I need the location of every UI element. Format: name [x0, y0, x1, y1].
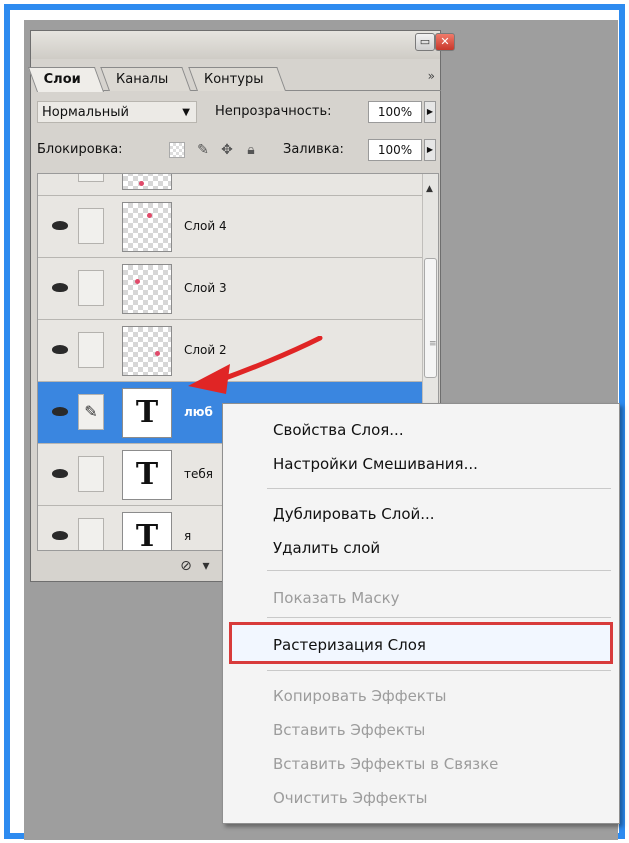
eye-icon[interactable]	[50, 218, 70, 232]
panel-tabs: Контуры Каналы Слои »	[27, 65, 441, 92]
text-layer-thumbnail: T	[122, 450, 172, 500]
menu-separator	[267, 617, 611, 618]
menu-item-rasterize-layer[interactable]: Растеризация Слоя	[273, 633, 593, 657]
menu-item-blending-options[interactable]: Настройки Смешивания...	[273, 452, 593, 476]
scroll-thumb[interactable]: ≡	[424, 258, 437, 378]
fill-arrow-icon[interactable]: ▶	[424, 139, 436, 161]
panel-title-bar: ▭ ✕	[31, 31, 455, 59]
menu-separator	[267, 670, 611, 671]
lock-transparency-icon[interactable]	[169, 142, 185, 158]
opacity-label: Непрозрачность:	[215, 104, 332, 119]
tab-channels[interactable]: Каналы	[100, 67, 192, 91]
eye-icon[interactable]	[50, 280, 70, 294]
red-arrow-icon	[188, 336, 323, 394]
layer-thumbnail	[122, 202, 172, 252]
layer-row[interactable]: Слой 4	[38, 196, 422, 258]
menu-item-show-mask[interactable]: Показать Маску	[273, 586, 593, 610]
layer-name: тебя	[184, 467, 213, 481]
layer-name: Слой 4	[184, 219, 227, 233]
menu-item-delete-layer[interactable]: Удалить слой	[273, 536, 593, 560]
menu-item-duplicate-layer[interactable]: Дублировать Слой...	[273, 502, 593, 526]
layer-link-box[interactable]	[78, 332, 104, 368]
layer-link-box[interactable]	[78, 456, 104, 492]
lock-brush-icon[interactable]: ✎	[195, 142, 211, 158]
brush-icon[interactable]: ✎	[78, 394, 104, 430]
dropdown-arrow-icon[interactable]: ▾	[197, 557, 215, 575]
blend-mode-select[interactable]: Нормальный ▼	[37, 101, 197, 123]
tab-layers-label: Слои	[43, 72, 81, 87]
opacity-input[interactable]: 100%	[368, 101, 422, 123]
tab-layers[interactable]: Слои	[27, 67, 105, 92]
blend-mode-value: Нормальный	[42, 105, 129, 120]
layer-row[interactable]	[38, 174, 422, 196]
layer-link-box[interactable]	[78, 270, 104, 306]
layer-name: Слой 3	[184, 281, 227, 295]
eye-icon[interactable]	[50, 404, 70, 418]
menu-item-clear-effects[interactable]: Очистить Эффекты	[273, 786, 593, 810]
eye-icon[interactable]	[50, 528, 70, 542]
opacity-arrow-icon[interactable]: ▶	[424, 101, 436, 123]
minimize-icon[interactable]: ▭	[415, 33, 435, 51]
text-layer-thumbnail: T	[122, 388, 172, 438]
layer-link-box[interactable]	[78, 208, 104, 244]
text-layer-thumbnail: T	[122, 512, 172, 550]
lock-all-icon[interactable]: 🔒︎	[243, 142, 259, 158]
menu-item-paste-effects[interactable]: Вставить Эффекты	[273, 718, 593, 742]
lock-move-icon[interactable]: ✥	[219, 142, 235, 158]
blend-opacity-row: Нормальный ▼ Непрозрачность: 100% ▶	[37, 97, 439, 127]
fill-input[interactable]: 100%	[368, 139, 422, 161]
layer-link-box[interactable]	[78, 174, 104, 182]
layer-link-box[interactable]	[78, 518, 104, 550]
eye-icon[interactable]	[50, 466, 70, 480]
scroll-grip-icon: ≡	[429, 339, 437, 349]
layer-name: люб	[184, 405, 213, 419]
menu-separator	[267, 488, 611, 489]
menu-separator	[267, 570, 611, 571]
close-icon[interactable]: ✕	[435, 33, 455, 51]
chevron-down-icon: ▼	[182, 107, 190, 118]
fill-label: Заливка:	[283, 142, 344, 157]
eye-icon[interactable]	[50, 342, 70, 356]
lock-label: Блокировка:	[37, 142, 123, 157]
layer-name: я	[184, 529, 192, 543]
menu-item-copy-effects[interactable]: Копировать Эффекты	[273, 684, 593, 708]
tab-channels-label: Каналы	[115, 72, 169, 87]
panel-menu-icon[interactable]: »	[428, 69, 435, 83]
tab-paths[interactable]: Контуры	[188, 67, 287, 91]
lock-fill-row: Блокировка: ✎ ✥ 🔒︎ Заливка: 100% ▶	[37, 135, 439, 165]
layer-thumbnail	[122, 264, 172, 314]
layer-thumbnail	[122, 326, 172, 376]
layer-thumbnail	[122, 174, 172, 190]
scroll-up-icon[interactable]: ▲	[426, 184, 433, 194]
menu-item-paste-effects-linked[interactable]: Вставить Эффекты в Связке	[273, 752, 593, 776]
tab-paths-label: Контуры	[203, 72, 264, 87]
layer-style-icon[interactable]: ⊘	[177, 557, 195, 575]
context-menu: Свойства Слоя... Настройки Смешивания...…	[222, 403, 620, 824]
menu-item-layer-properties[interactable]: Свойства Слоя...	[273, 418, 593, 442]
layer-row[interactable]: Слой 3	[38, 258, 422, 320]
